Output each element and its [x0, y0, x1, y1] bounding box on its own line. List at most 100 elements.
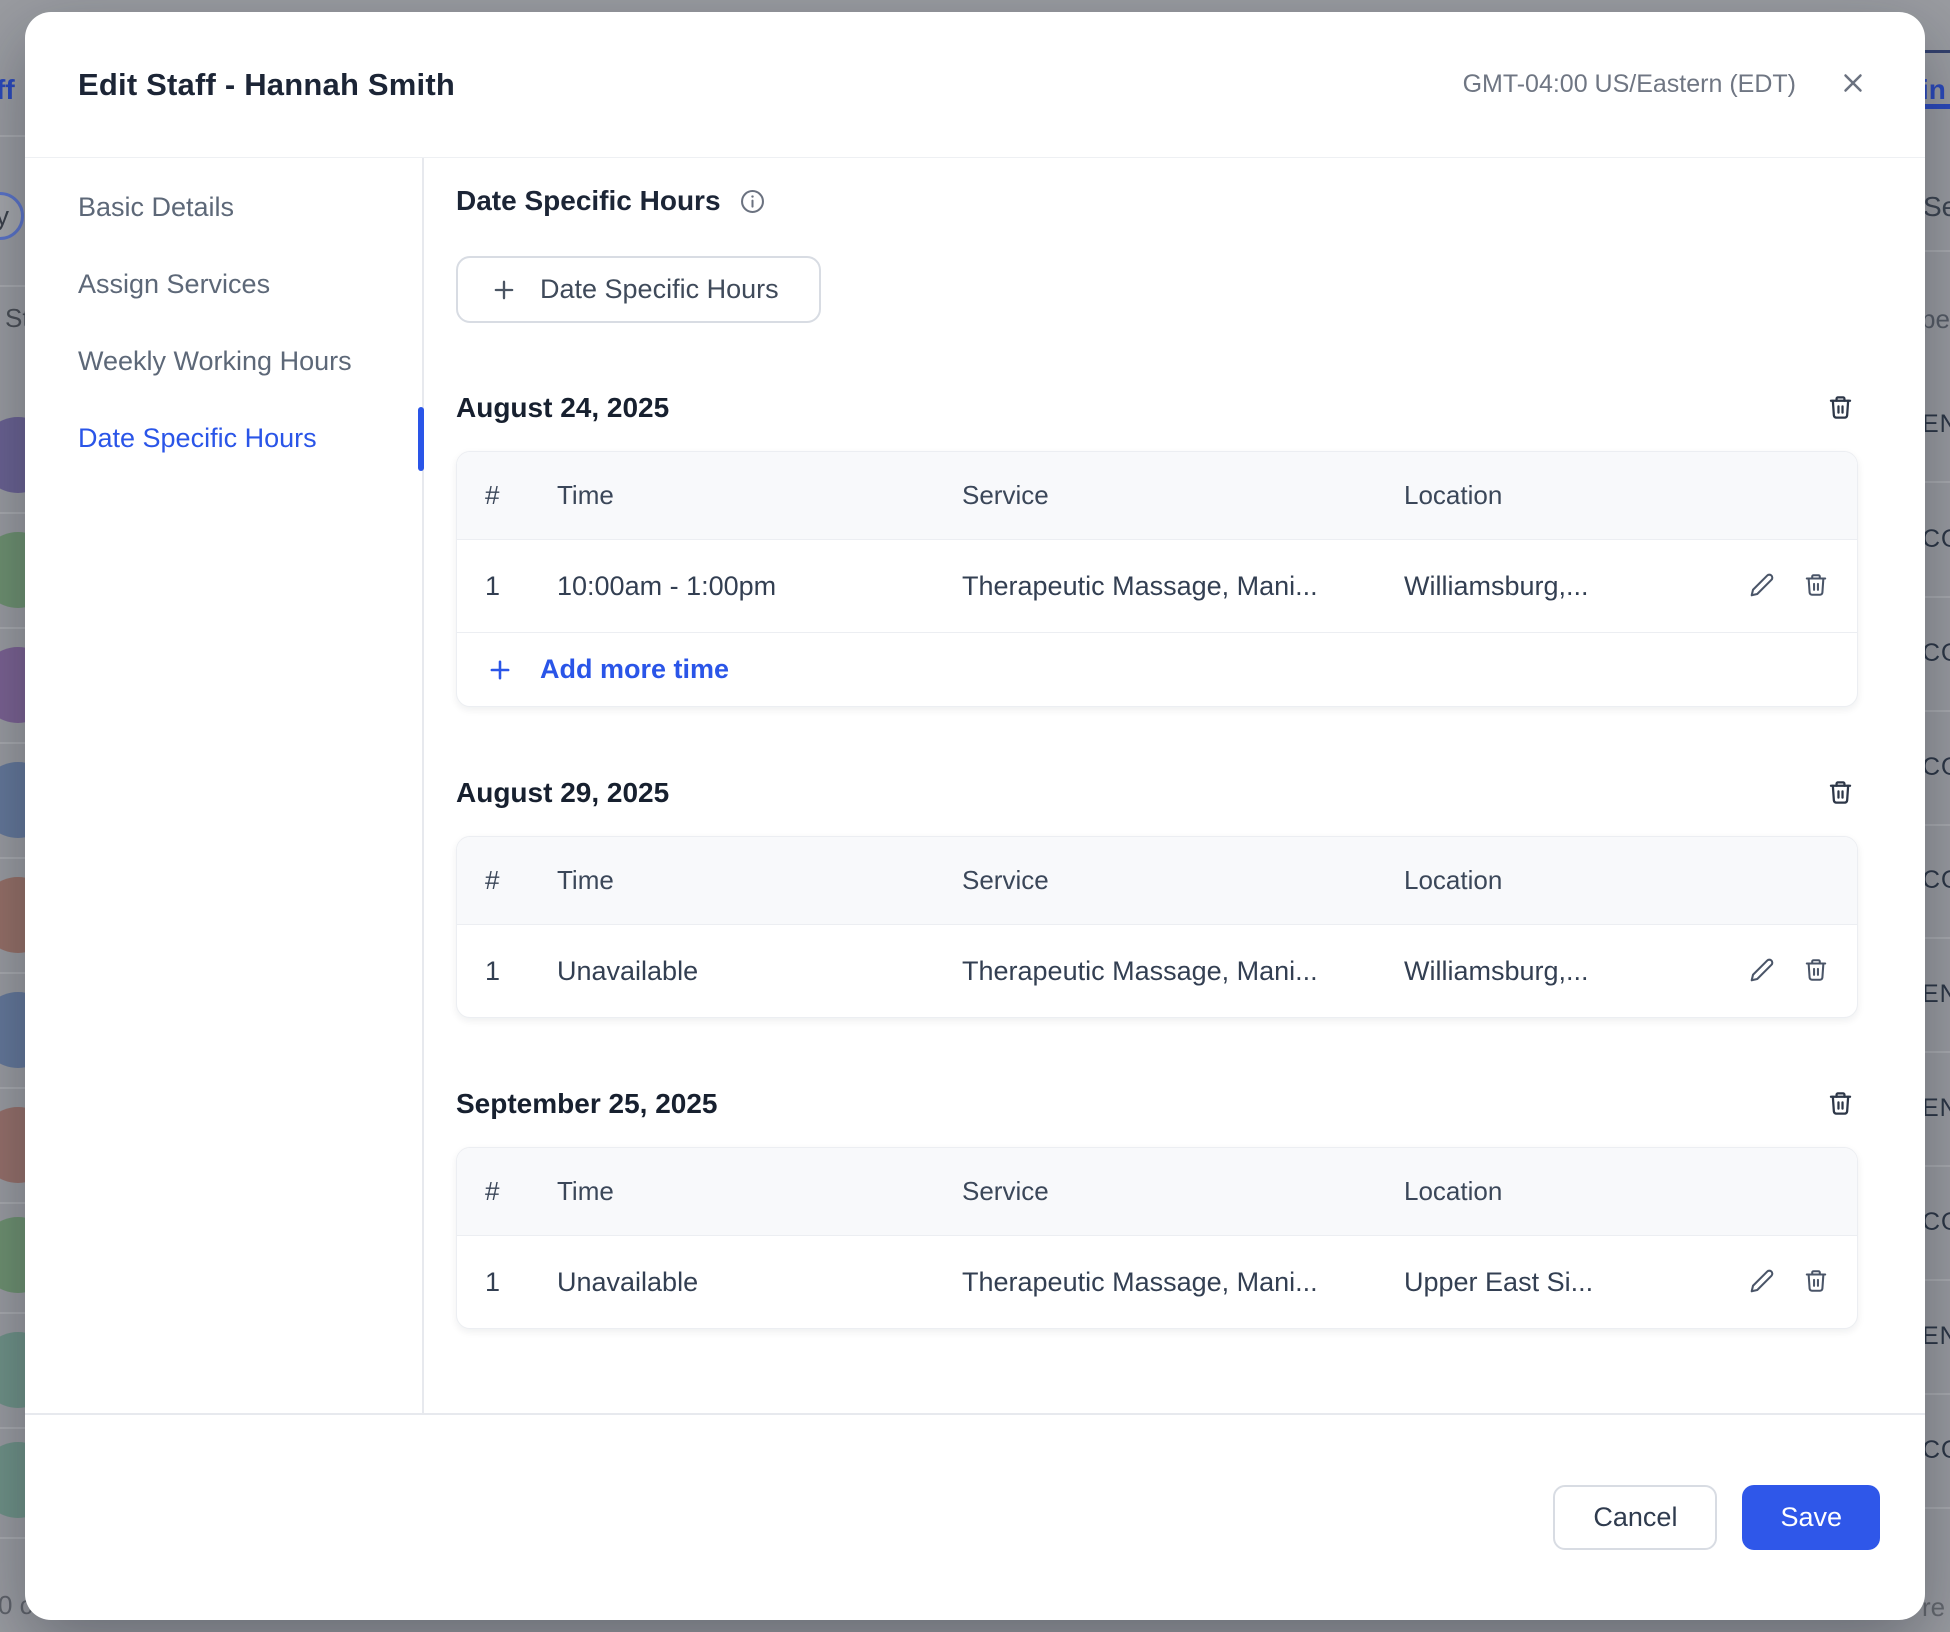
section-header: August 29, 2025 — [456, 777, 1858, 809]
background-divider — [1925, 1051, 1950, 1053]
tab-weekly-working-hours[interactable]: Weekly Working Hours — [25, 323, 422, 400]
section-date: August 24, 2025 — [456, 392, 669, 424]
background-divider — [0, 627, 25, 629]
table-header-row: # Time Service Location — [457, 1148, 1857, 1236]
column-header-num: # — [457, 1176, 557, 1207]
background-row-fragment: CO — [1922, 753, 1950, 782]
modal-body: Basic Details Assign Services Weekly Wor… — [25, 158, 1925, 1413]
background-row-fragment: CO — [1922, 866, 1950, 895]
row-service: Therapeutic Massage, Mani... — [962, 1267, 1404, 1298]
section-date: September 25, 2025 — [456, 1088, 718, 1120]
background-divider — [0, 1537, 25, 1539]
row-actions — [1749, 957, 1829, 986]
delete-row-button[interactable] — [1803, 1268, 1829, 1297]
background-admin-tab-fragment: in — [1921, 74, 1950, 106]
background-row-fragment: EN — [1922, 1322, 1950, 1351]
background-divider — [0, 1312, 25, 1314]
background-divider — [1925, 1393, 1950, 1395]
tab-assign-services[interactable]: Assign Services — [25, 246, 422, 323]
table-header-row: # Time Service Location — [457, 837, 1857, 925]
background-divider — [1925, 937, 1950, 939]
section-header: August 24, 2025 — [456, 392, 1858, 424]
edit-row-button[interactable] — [1749, 572, 1775, 601]
background-divider — [1925, 1165, 1950, 1167]
section-header: September 25, 2025 — [456, 1088, 1858, 1120]
plus-icon — [486, 656, 514, 684]
background-more-fragment: re — [1922, 1592, 1945, 1623]
date-section-august-29: August 29, 2025 # Time Service Location — [456, 777, 1858, 1018]
background-divider — [0, 1202, 25, 1204]
add-date-specific-hours-button[interactable]: Date Specific Hours — [456, 256, 821, 323]
background-staff-tab-fragment: ff — [0, 74, 26, 106]
row-actions — [1749, 1268, 1829, 1297]
timezone-label: GMT-04:00 US/Eastern (EDT) — [1463, 70, 1796, 99]
add-more-time-button[interactable]: Add more time — [486, 654, 729, 685]
background-divider — [0, 512, 25, 514]
background-divider — [0, 857, 25, 859]
trash-icon — [1827, 394, 1854, 424]
delete-date-button[interactable] — [1827, 1090, 1854, 1120]
modal-title: Edit Staff - Hannah Smith — [78, 67, 455, 103]
background-chip-label: y — [0, 201, 9, 232]
column-header-location: Location — [1404, 480, 1829, 511]
table-header-row: # Time Service Location — [457, 452, 1857, 540]
hours-table: # Time Service Location 1 10:00am - 1:00… — [456, 451, 1858, 707]
info-icon[interactable] — [739, 188, 766, 215]
close-button[interactable] — [1836, 68, 1870, 102]
background-row-fragment: EN — [1922, 410, 1950, 439]
active-tab-indicator — [418, 407, 424, 471]
date-section-august-24: August 24, 2025 # Time Service Location — [456, 392, 1858, 707]
tab-basic-details[interactable]: Basic Details — [25, 169, 422, 246]
background-divider — [1925, 824, 1950, 826]
column-header-time: Time — [557, 480, 962, 511]
background-row-fragment: EN — [1922, 980, 1950, 1009]
edit-row-button[interactable] — [1749, 957, 1775, 986]
trash-icon — [1803, 957, 1829, 986]
row-number: 1 — [457, 956, 557, 987]
pencil-icon — [1749, 957, 1775, 986]
pencil-icon — [1749, 572, 1775, 601]
table-row: 1 Unavailable Therapeutic Massage, Mani.… — [457, 1236, 1857, 1328]
tab-label: Date Specific Hours — [78, 423, 317, 454]
row-service: Therapeutic Massage, Mani... — [962, 956, 1404, 987]
column-header-time: Time — [557, 865, 962, 896]
background-divider — [1925, 1507, 1950, 1509]
delete-row-button[interactable] — [1803, 957, 1829, 986]
save-button[interactable]: Save — [1742, 1485, 1880, 1550]
tab-label: Basic Details — [78, 192, 234, 223]
column-header-num: # — [457, 480, 557, 511]
background-row-fragment: CO — [1922, 639, 1950, 668]
background-divider — [0, 135, 25, 137]
row-service: Therapeutic Massage, Mani... — [962, 571, 1404, 602]
modal-header: Edit Staff - Hannah Smith GMT-04:00 US/E… — [25, 12, 1925, 158]
delete-row-button[interactable] — [1803, 572, 1829, 601]
background-row-fragment: CO — [1922, 1208, 1950, 1237]
edit-row-button[interactable] — [1749, 1268, 1775, 1297]
section-date: August 29, 2025 — [456, 777, 669, 809]
column-header-num: # — [457, 865, 557, 896]
add-more-row: Add more time — [457, 632, 1857, 706]
column-header-service: Service — [962, 865, 1404, 896]
background-divider — [1925, 481, 1950, 483]
cancel-button[interactable]: Cancel — [1553, 1485, 1717, 1550]
background-divider — [1925, 710, 1950, 712]
background-divider — [1925, 596, 1950, 598]
column-header-time: Time — [557, 1176, 962, 1207]
column-header-location: Location — [1404, 865, 1829, 896]
row-location: Williamsburg,... — [1404, 571, 1749, 602]
modal-footer: Cancel Save — [25, 1413, 1925, 1620]
trash-icon — [1827, 779, 1854, 809]
delete-date-button[interactable] — [1827, 779, 1854, 809]
background-column-fragment: pe — [1921, 304, 1950, 335]
pencil-icon — [1749, 1268, 1775, 1297]
row-location: Williamsburg,... — [1404, 956, 1749, 987]
background-search-fragment: Se — [1923, 191, 1950, 223]
background-divider — [0, 972, 25, 974]
row-time: Unavailable — [557, 1267, 962, 1298]
tab-date-specific-hours[interactable]: Date Specific Hours — [25, 400, 422, 477]
column-header-service: Service — [962, 480, 1404, 511]
panel-heading: Date Specific Hours — [456, 185, 721, 217]
tab-label: Weekly Working Hours — [78, 346, 352, 377]
delete-date-button[interactable] — [1827, 394, 1854, 424]
background-row-fragment: CO — [1922, 1436, 1950, 1465]
